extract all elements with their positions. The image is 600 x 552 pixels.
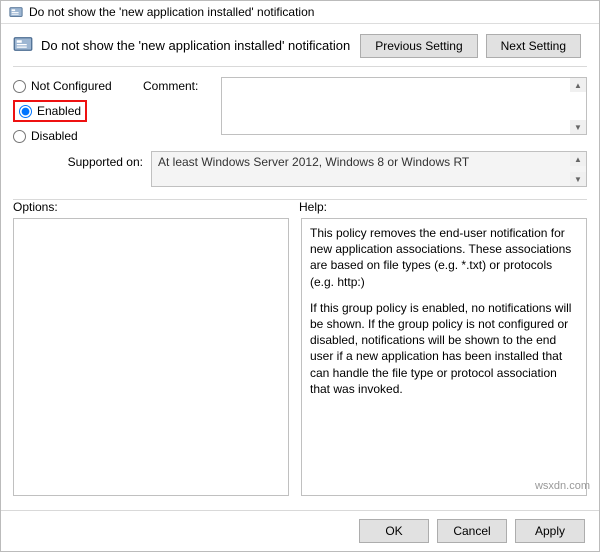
- apply-button[interactable]: Apply: [515, 519, 585, 543]
- help-paragraph-1: This policy removes the end-user notific…: [310, 225, 578, 290]
- help-panel[interactable]: This policy removes the end-user notific…: [301, 218, 587, 496]
- ok-button[interactable]: OK: [359, 519, 429, 543]
- previous-setting-button[interactable]: Previous Setting: [360, 34, 477, 58]
- supported-on-value-box: At least Windows Server 2012, Windows 8 …: [151, 151, 587, 187]
- next-setting-button[interactable]: Next Setting: [486, 34, 581, 58]
- comment-label: Comment:: [143, 77, 213, 135]
- radio-not-configured-label: Not Configured: [31, 79, 112, 93]
- scroll-down-icon[interactable]: ▼: [570, 172, 586, 186]
- radio-enabled[interactable]: Enabled: [19, 104, 81, 118]
- scroll-up-icon[interactable]: ▲: [570, 78, 586, 92]
- options-panel: [13, 218, 289, 496]
- cancel-button[interactable]: Cancel: [437, 519, 507, 543]
- dialog-buttons: OK Cancel Apply: [1, 510, 599, 551]
- radio-enabled-input[interactable]: [19, 105, 32, 118]
- supported-on-label: Supported on:: [13, 151, 143, 187]
- scroll-up-icon[interactable]: ▲: [570, 152, 586, 166]
- radio-enabled-highlight: Enabled: [13, 100, 87, 122]
- radio-disabled[interactable]: Disabled: [13, 129, 143, 143]
- scroll-down-icon[interactable]: ▼: [570, 120, 586, 134]
- supported-on-value: At least Windows Server 2012, Windows 8 …: [158, 155, 469, 169]
- radio-disabled-label: Disabled: [31, 129, 78, 143]
- radio-not-configured[interactable]: Not Configured: [13, 79, 143, 93]
- header: Do not show the 'new application install…: [1, 24, 599, 66]
- titlebar: Do not show the 'new application install…: [1, 1, 599, 24]
- policy-icon: [9, 5, 23, 19]
- policy-icon: [13, 34, 33, 57]
- window-title: Do not show the 'new application install…: [29, 5, 314, 19]
- radio-not-configured-input[interactable]: [13, 80, 26, 93]
- help-paragraph-2: If this group policy is enabled, no noti…: [310, 300, 578, 397]
- comment-textarea[interactable]: ▲ ▼: [221, 77, 587, 135]
- options-label: Options:: [13, 200, 283, 214]
- help-label: Help:: [299, 200, 327, 214]
- state-radios: Not Configured Enabled Disabled: [13, 77, 143, 143]
- policy-title: Do not show the 'new application install…: [41, 38, 350, 53]
- radio-enabled-label: Enabled: [37, 104, 81, 118]
- radio-disabled-input[interactable]: [13, 130, 26, 143]
